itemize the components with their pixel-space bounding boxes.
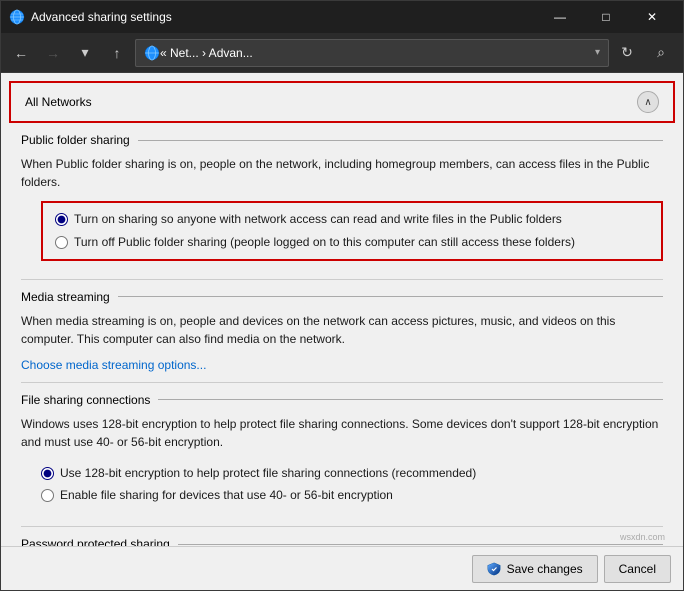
maximize-button[interactable]: □ [583, 1, 629, 33]
file-sharing-radio-1[interactable] [41, 467, 54, 480]
media-streaming-link[interactable]: Choose media streaming options... [21, 358, 206, 372]
public-folder-title: Public folder sharing [21, 133, 663, 147]
collapse-icon: ∧ [644, 97, 651, 108]
public-folder-radio-group: Turn on sharing so anyone with network a… [41, 201, 663, 261]
address-text: « Net... › Advan... [160, 46, 595, 60]
toolbar: ← → ▾ ↑ « Net... › Advan... ▾ ↻ ⌕ [1, 33, 683, 73]
collapse-button[interactable]: ∧ [637, 91, 659, 113]
public-folder-radio-2[interactable] [55, 236, 68, 249]
globe-icon [144, 45, 160, 61]
window-title: Advanced sharing settings [31, 10, 537, 24]
public-folder-section: Public folder sharing When Public folder… [1, 123, 683, 279]
all-networks-header[interactable]: All Networks ∧ [9, 81, 675, 123]
forward-button[interactable]: → [39, 39, 67, 67]
dropdown-button[interactable]: ▾ [71, 39, 99, 67]
save-changes-label: Save changes [507, 562, 583, 576]
public-folder-desc: When Public folder sharing is on, people… [21, 155, 663, 191]
address-dropdown-icon[interactable]: ▾ [595, 47, 600, 58]
cancel-button[interactable]: Cancel [604, 555, 671, 583]
content-area: All Networks ∧ Public folder sharing Whe… [1, 73, 683, 546]
public-folder-option-2[interactable]: Turn off Public folder sharing (people l… [55, 234, 649, 251]
media-streaming-section: Media streaming When media streaming is … [1, 280, 683, 382]
media-streaming-title: Media streaming [21, 290, 663, 304]
file-sharing-section: File sharing connections Windows uses 12… [1, 383, 683, 527]
app-icon [9, 9, 25, 25]
up-button[interactable]: ↑ [103, 39, 131, 67]
file-sharing-radio-2[interactable] [41, 489, 54, 502]
public-folder-radio-1[interactable] [55, 213, 68, 226]
save-changes-button[interactable]: Save changes [472, 555, 598, 583]
file-sharing-title: File sharing connections [21, 393, 663, 407]
file-sharing-desc: Windows uses 128-bit encryption to help … [21, 415, 663, 451]
file-sharing-option-1-label: Use 128-bit encryption to help protect f… [60, 465, 476, 482]
media-streaming-desc: When media streaming is on, people and d… [21, 312, 663, 348]
public-folder-option-1[interactable]: Turn on sharing so anyone with network a… [55, 211, 649, 228]
back-button[interactable]: ← [7, 39, 35, 67]
file-sharing-option-2-label: Enable file sharing for devices that use… [60, 487, 393, 504]
password-sharing-title: Password protected sharing [21, 537, 663, 546]
refresh-button[interactable]: ↻ [613, 39, 641, 67]
shield-icon [487, 562, 501, 576]
public-folder-option-1-label: Turn on sharing so anyone with network a… [74, 211, 562, 228]
title-bar-controls: — □ ✕ [537, 1, 675, 33]
title-bar: Advanced sharing settings — □ ✕ [1, 1, 683, 33]
address-bar[interactable]: « Net... › Advan... ▾ [135, 39, 609, 67]
window: Advanced sharing settings — □ ✕ ← → ▾ ↑ … [0, 0, 684, 591]
file-sharing-option-1[interactable]: Use 128-bit encryption to help protect f… [41, 465, 663, 482]
public-folder-option-2-label: Turn off Public folder sharing (people l… [74, 234, 575, 251]
search-button[interactable]: ⌕ [645, 39, 677, 67]
file-sharing-radio-group: Use 128-bit encryption to help protect f… [21, 461, 663, 509]
minimize-button[interactable]: — [537, 1, 583, 33]
bottom-bar: Save changes Cancel [1, 546, 683, 590]
all-networks-label: All Networks [25, 95, 92, 109]
password-sharing-section: Password protected sharing When password… [1, 527, 683, 546]
file-sharing-option-2[interactable]: Enable file sharing for devices that use… [41, 487, 663, 504]
close-button[interactable]: ✕ [629, 1, 675, 33]
